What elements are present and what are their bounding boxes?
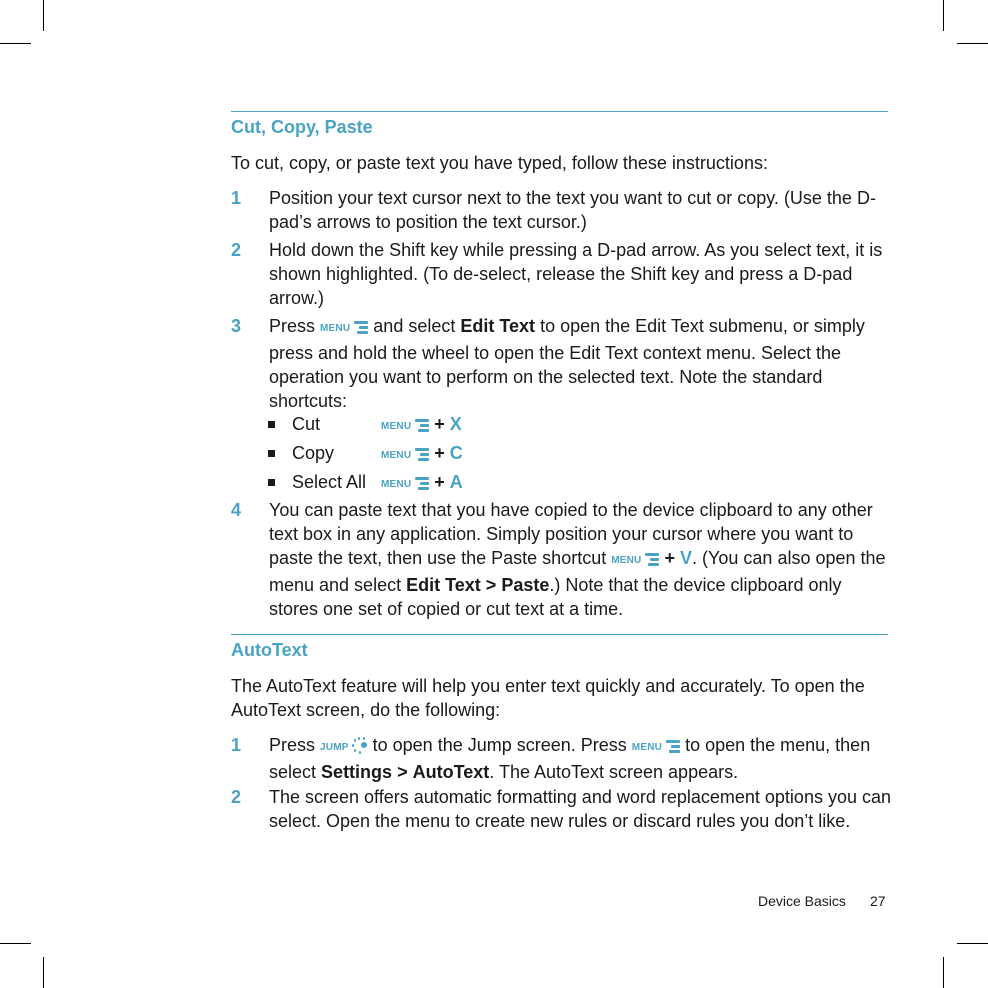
menu-key-label: MENU bbox=[611, 555, 642, 566]
menu-icon bbox=[645, 553, 660, 566]
crop-mark bbox=[957, 943, 988, 944]
step-number: 2 bbox=[231, 787, 242, 807]
crop-mark bbox=[957, 43, 988, 44]
text: Press bbox=[269, 735, 316, 755]
menu-key-label: MENU bbox=[320, 323, 351, 334]
menu-icon bbox=[415, 477, 430, 490]
menu-item-paste: Paste bbox=[501, 575, 550, 595]
text: Press bbox=[269, 316, 316, 336]
section-intro: To cut, copy, or paste text you have typ… bbox=[231, 153, 768, 173]
menu-key-label: MENU bbox=[631, 742, 663, 753]
key-letter: X bbox=[449, 414, 462, 434]
step-number: 1 bbox=[231, 188, 242, 208]
bullet-icon bbox=[268, 450, 275, 457]
menu-key-label: MENU bbox=[381, 421, 412, 432]
bullet-icon bbox=[268, 479, 275, 486]
step-text: Press MENU and select Edit Text to open … bbox=[269, 314, 891, 413]
crop-mark bbox=[943, 957, 944, 988]
crop-mark bbox=[0, 943, 31, 944]
crop-mark bbox=[943, 0, 944, 31]
key-letter: V bbox=[680, 548, 693, 568]
menu-item-edit-text: Edit Text bbox=[460, 316, 536, 336]
key-letter: A bbox=[449, 472, 463, 492]
key-letter: C bbox=[449, 443, 463, 463]
step-text: You can paste text that you have copied … bbox=[269, 498, 891, 621]
menu-icon bbox=[415, 419, 430, 432]
plus-sign: + bbox=[434, 414, 445, 434]
menu-separator: > bbox=[397, 762, 408, 782]
shortcut-keys: MENU + X bbox=[381, 412, 462, 439]
shortcut-keys: MENU + C bbox=[381, 441, 463, 468]
crop-mark bbox=[43, 957, 44, 988]
step-number: 1 bbox=[231, 735, 242, 755]
section-divider bbox=[231, 634, 888, 635]
step-number: 4 bbox=[231, 500, 242, 520]
shortcut-label: Copy bbox=[292, 443, 335, 463]
menu-icon bbox=[354, 321, 369, 334]
crop-mark bbox=[43, 0, 44, 31]
menu-key-label: MENU bbox=[381, 479, 412, 490]
plus-sign: + bbox=[434, 472, 445, 492]
plus-sign: + bbox=[664, 548, 676, 568]
section-divider bbox=[231, 111, 888, 112]
step-text: Position your text cursor next to the te… bbox=[269, 188, 876, 232]
menu-icon bbox=[415, 448, 430, 461]
menu-item-autotext: AutoText bbox=[412, 762, 490, 782]
bullet-icon bbox=[268, 421, 275, 428]
text: to open the Jump screen. Press bbox=[372, 735, 627, 755]
menu-separator: > bbox=[485, 575, 497, 595]
shortcut-keys: MENU + A bbox=[381, 470, 463, 497]
section-intro: The AutoText feature will help you enter… bbox=[231, 676, 865, 720]
menu-key-label: MENU bbox=[381, 450, 412, 461]
jump-key-label: JUMP bbox=[320, 742, 349, 753]
section-heading-autotext: AutoText bbox=[231, 640, 308, 660]
section-heading-cut-copy-paste: Cut, Copy, Paste bbox=[231, 117, 373, 137]
step-number: 3 bbox=[231, 316, 242, 336]
step-number: 2 bbox=[231, 240, 242, 260]
menu-item-edit-text: Edit Text bbox=[406, 575, 481, 595]
crop-mark bbox=[0, 43, 31, 44]
shortcut-label: Cut bbox=[292, 414, 321, 434]
menu-icon bbox=[666, 740, 681, 753]
menu-item-settings: Settings bbox=[321, 762, 393, 782]
step-text: Hold down the Shift key while pressing a… bbox=[269, 240, 883, 308]
footer-section-name: Device Basics bbox=[758, 893, 846, 909]
step-text: Press JUMP to open the Jump screen. Pres… bbox=[269, 733, 891, 784]
page-number: 27 bbox=[870, 893, 886, 909]
text: . The AutoText screen appears. bbox=[489, 762, 739, 782]
shortcut-label: Select All bbox=[292, 472, 367, 492]
jump-icon bbox=[351, 737, 368, 754]
step-text: The screen offers automatic formatting a… bbox=[269, 787, 892, 831]
plus-sign: + bbox=[434, 443, 445, 463]
text: and select bbox=[373, 316, 456, 336]
